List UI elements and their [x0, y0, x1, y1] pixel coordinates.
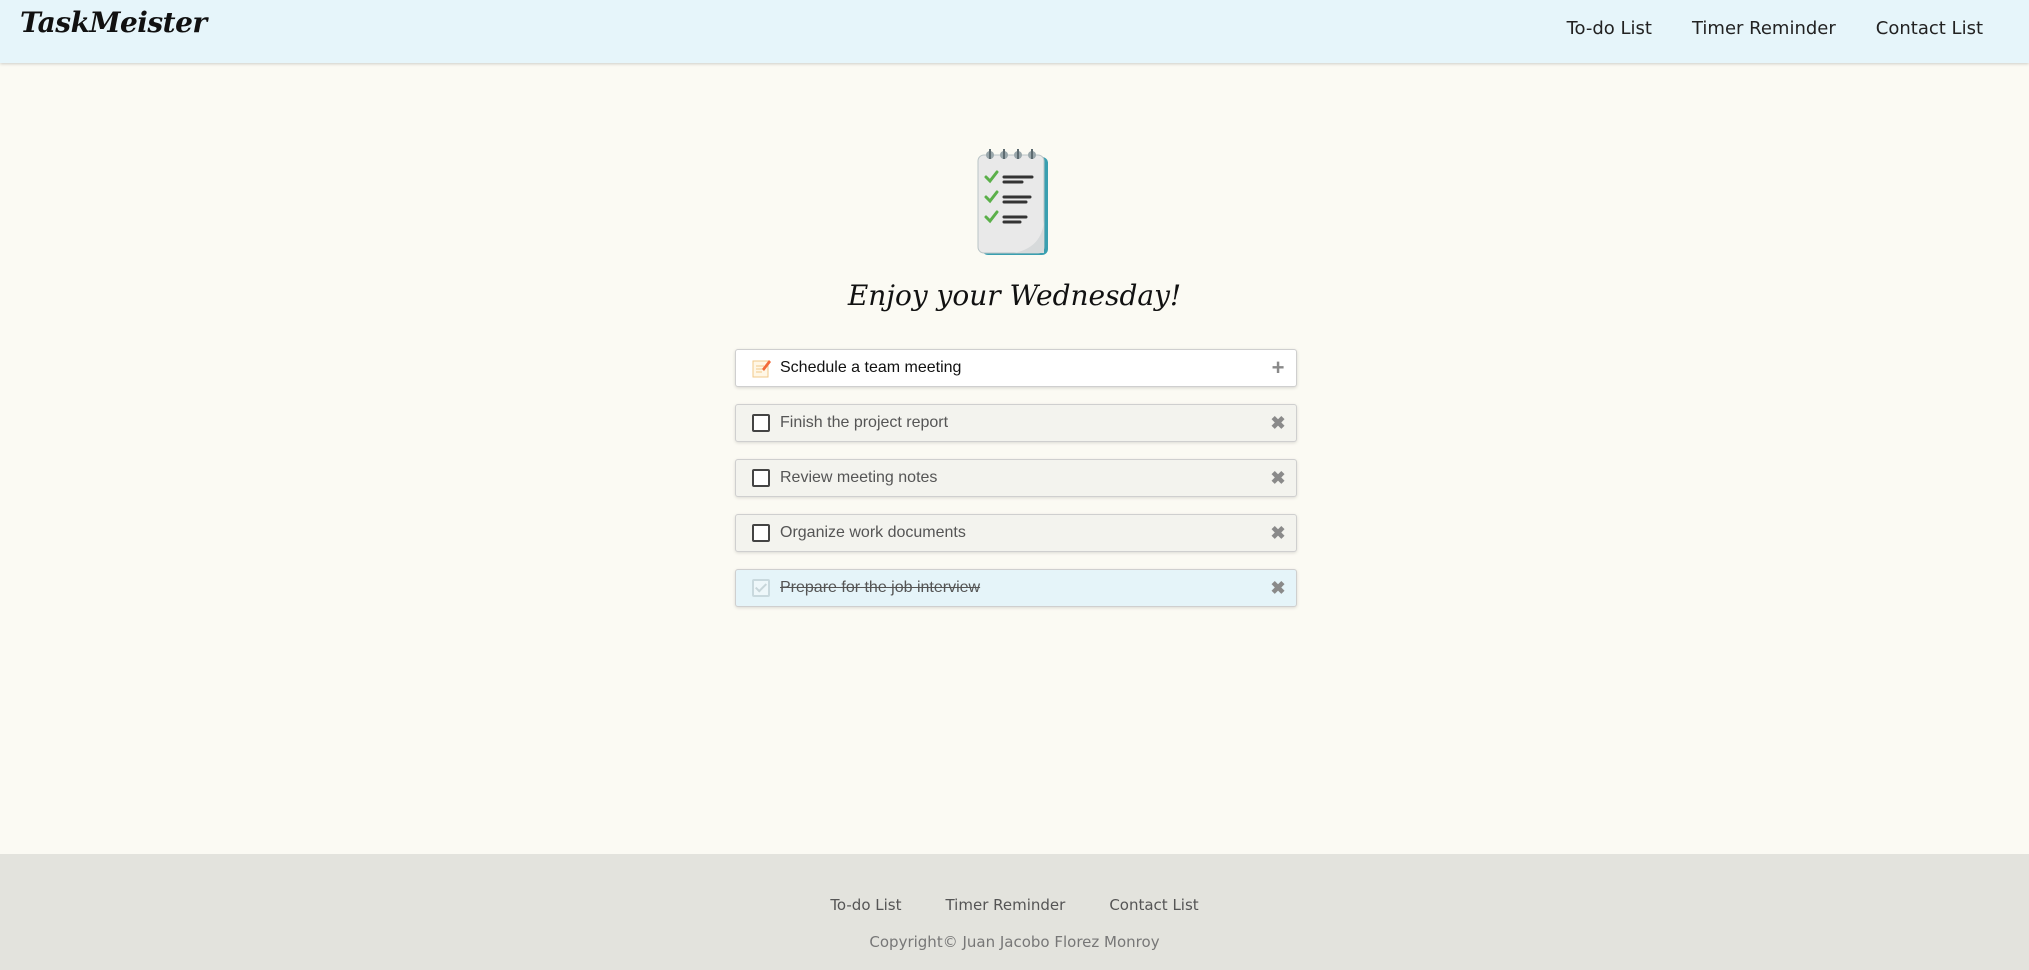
- nav-contact-list[interactable]: Contact List: [1876, 18, 1983, 39]
- task-label: Prepare for the job interview: [780, 579, 981, 596]
- new-task-input[interactable]: [780, 359, 1260, 377]
- task-item: Organize work documents ✖: [735, 514, 1297, 552]
- task-checkbox-checked[interactable]: [752, 579, 770, 597]
- greeting-heading: Enjoy your Wednesday!: [847, 279, 1182, 312]
- task-item-completed: Prepare for the job interview ✖: [735, 569, 1297, 607]
- main-content: Enjoy your Wednesday! + Finish the proje…: [0, 63, 2029, 854]
- task-item: Review meeting notes ✖: [735, 459, 1297, 497]
- header: TaskMeister To-do List Timer Reminder Co…: [0, 0, 2029, 63]
- copyright-text: Copyright© Juan Jacobo Florez Monroy: [869, 933, 1160, 951]
- close-icon[interactable]: ✖: [1260, 570, 1296, 606]
- close-icon[interactable]: ✖: [1260, 515, 1296, 551]
- footer-link-timer-reminder[interactable]: Timer Reminder: [945, 896, 1065, 914]
- close-icon[interactable]: ✖: [1260, 460, 1296, 496]
- brand-logo[interactable]: TaskMeister: [20, 6, 207, 39]
- task-label: Organize work documents: [780, 524, 966, 541]
- task-checkbox[interactable]: [752, 414, 770, 432]
- footer-nav: To-do List Timer Reminder Contact List: [0, 896, 2029, 914]
- footer-link-contact-list[interactable]: Contact List: [1109, 896, 1198, 914]
- task-label: Review meeting notes: [780, 469, 938, 486]
- task-checkbox[interactable]: [752, 524, 770, 542]
- plus-icon[interactable]: +: [1260, 350, 1296, 386]
- footer-link-todo-list[interactable]: To-do List: [830, 896, 901, 914]
- new-task-row: +: [735, 349, 1297, 387]
- task-item: Finish the project report ✖: [735, 404, 1297, 442]
- task-checkbox[interactable]: [752, 469, 770, 487]
- close-icon[interactable]: ✖: [1260, 405, 1296, 441]
- todo-list: + Finish the project report ✖ Review mee…: [735, 349, 1297, 607]
- memo-icon: [752, 360, 771, 378]
- footer: To-do List Timer Reminder Contact List C…: [0, 854, 2029, 970]
- task-label: Finish the project report: [780, 414, 949, 431]
- top-nav: To-do List Timer Reminder Contact List: [1567, 18, 1983, 39]
- nav-todo-list[interactable]: To-do List: [1567, 18, 1652, 39]
- notepad-checklist-icon: [977, 149, 1048, 255]
- nav-timer-reminder[interactable]: Timer Reminder: [1692, 18, 1836, 39]
